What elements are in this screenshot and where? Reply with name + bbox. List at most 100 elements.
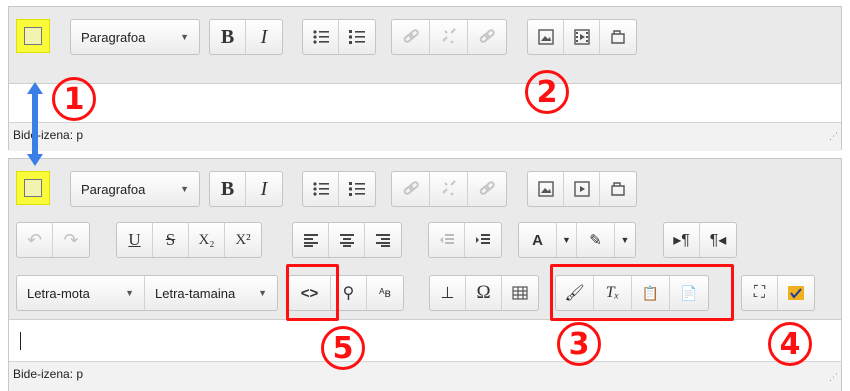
image-button[interactable] [528, 20, 564, 54]
editor-top: Paragrafoa ▼ B I Bide-izena: p ⋰ [8, 6, 842, 151]
font-family-select[interactable]: Letra-mota ▼ [17, 276, 145, 310]
redo-icon: ↷ [63, 229, 79, 250]
list-group [302, 171, 376, 207]
case-change-button[interactable]: ᴬʙ [367, 276, 403, 310]
paragraph-format-label: Paragrafoa [81, 181, 146, 197]
callout-3: 3 [557, 322, 601, 366]
image-icon [537, 29, 554, 45]
manage-files-button[interactable] [600, 20, 636, 54]
align-right-button[interactable] [365, 223, 401, 257]
text-color-dropdown[interactable]: ▼ [557, 223, 577, 257]
indent-icon [476, 234, 490, 244]
callout-2: 2 [525, 70, 569, 114]
underline-button[interactable]: U [117, 223, 153, 257]
subscript-button[interactable]: X₂ [189, 223, 225, 257]
color-group: A ▼ ✎ ▼ [518, 222, 636, 258]
redo-button[interactable]: ↷ [53, 223, 89, 257]
font-size-select[interactable]: Letra-tamaina ▼ [145, 276, 277, 310]
highlight-html-source [286, 264, 339, 321]
ltr-button[interactable]: ▸¶ [664, 223, 700, 257]
history-group: ↶ ↷ [16, 222, 90, 258]
unlink-button[interactable] [430, 20, 468, 54]
resize-grip-icon[interactable]: ⋰ [829, 124, 838, 148]
italic-button[interactable]: I [246, 172, 282, 206]
numbered-list-icon [349, 30, 365, 44]
link-group [391, 171, 507, 207]
media-icon [573, 181, 590, 197]
indent-button[interactable] [465, 223, 501, 257]
bullet-list-button[interactable] [303, 20, 339, 54]
outdent-button[interactable] [429, 223, 465, 257]
align-center-icon [339, 234, 354, 247]
fullscreen-button[interactable]: ⛶ [742, 276, 778, 310]
align-group [292, 222, 402, 258]
unlink-button[interactable] [430, 172, 468, 206]
numbered-list-button[interactable] [339, 20, 375, 54]
font-family-group: Letra-mota ▼ Letra-tamaina ▼ [16, 275, 278, 311]
anchor-button[interactable] [468, 172, 506, 206]
link-button[interactable] [392, 20, 430, 54]
paragraph-format-select[interactable]: Paragrafoa ▼ [71, 172, 199, 206]
editor-top-toolbar: Paragrafoa ▼ B I [9, 7, 841, 84]
background-color-button[interactable]: ✎ [577, 223, 615, 257]
image-button[interactable] [528, 172, 564, 206]
link-button[interactable] [392, 172, 430, 206]
manage-files-icon [611, 30, 625, 44]
undo-icon: ↶ [26, 229, 43, 250]
unlink-icon [441, 28, 456, 44]
media-button[interactable] [564, 172, 600, 206]
strikethrough-button[interactable]: S [153, 223, 189, 257]
chevron-down-icon: ▼ [258, 288, 267, 298]
spellcheck-button[interactable] [778, 276, 814, 310]
nonbreaking-button[interactable]: ⊥ [430, 276, 466, 310]
chevron-down-icon: ▼ [125, 288, 134, 298]
format-group: Paragrafoa ▼ [70, 171, 200, 207]
toolbar-toggle-button-active[interactable] [16, 171, 50, 205]
case-change-icon: ᴬʙ [379, 286, 391, 300]
editor-top-content[interactable] [9, 84, 841, 122]
media-button[interactable] [564, 20, 600, 54]
anchor-button[interactable] [468, 20, 506, 54]
special-char-button[interactable]: Ω [466, 276, 502, 310]
chevron-down-icon: ▼ [180, 184, 189, 194]
font-size-label: Letra-tamaina [155, 285, 236, 301]
text-color-button[interactable]: A [519, 223, 557, 257]
editor-bottom-content[interactable] [9, 320, 841, 361]
manage-files-icon [611, 182, 625, 196]
numbered-list-button[interactable] [339, 172, 375, 206]
chevron-down-icon: ▼ [180, 32, 189, 42]
font-family-label: Letra-mota [27, 285, 90, 301]
bold-button[interactable]: B [210, 20, 246, 54]
toolbar-toggle-button[interactable] [16, 19, 50, 53]
bullet-list-button[interactable] [303, 172, 339, 206]
link-group [391, 19, 507, 55]
style-group: B I [209, 171, 283, 207]
media-icon [573, 29, 590, 45]
resize-grip-icon[interactable]: ⋰ [829, 365, 838, 389]
bold-button[interactable]: B [210, 172, 246, 206]
anchor-icon [479, 29, 495, 43]
ltr-icon: ▸¶ [673, 232, 690, 249]
rtl-button[interactable]: ¶◂ [700, 223, 736, 257]
align-left-button[interactable] [293, 223, 329, 257]
background-color-dropdown[interactable]: ▼ [615, 223, 635, 257]
fullscreen-icon: ⛶ [753, 284, 766, 301]
callout-5: 5 [321, 326, 365, 370]
background-color-icon: ✎ [589, 232, 602, 249]
italic-button[interactable]: I [246, 20, 282, 54]
manage-files-button[interactable] [600, 172, 636, 206]
bullet-list-icon [312, 30, 329, 44]
align-center-button[interactable] [329, 223, 365, 257]
numbered-list-icon [349, 182, 365, 196]
undo-button[interactable]: ↶ [17, 223, 53, 257]
element-path: Bide-izena: p [13, 128, 84, 142]
table-button[interactable] [502, 276, 538, 310]
superscript-button[interactable]: X² [225, 223, 261, 257]
expand-arrow-icon [27, 82, 43, 166]
toolbar-toggle-icon [24, 27, 42, 45]
find-replace-icon: ⚲ [342, 285, 355, 302]
paragraph-format-select[interactable]: Paragrafoa ▼ [71, 20, 199, 54]
style-group: B I [209, 19, 283, 55]
format-group: Paragrafoa ▼ [70, 19, 200, 55]
editor-top-statusbar: Bide-izena: p ⋰ [9, 122, 841, 151]
